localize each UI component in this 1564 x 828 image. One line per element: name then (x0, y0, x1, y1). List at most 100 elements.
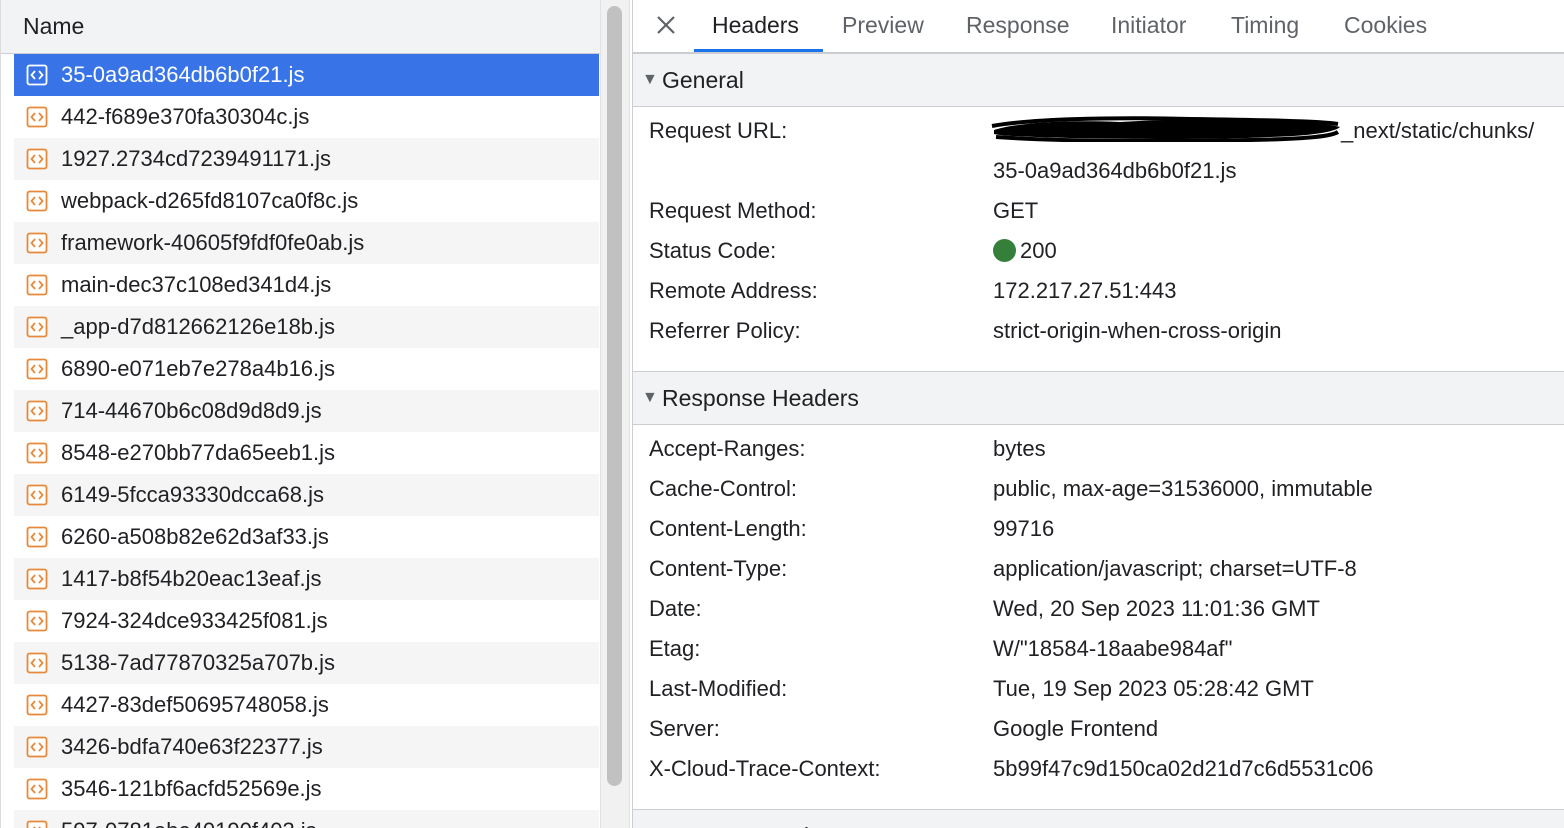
request-details-pane: Headers Preview Response Initiator Timin… (632, 0, 1564, 828)
response-header-row: Etag: W/"18584-18aabe984af" (633, 629, 1564, 669)
tab-headers[interactable]: Headers (712, 0, 799, 52)
script-file-icon (26, 358, 48, 380)
request-headers-section-title: Request Headers (662, 810, 841, 828)
request-list-item[interactable]: 1417-b8f54b20eac13eaf.js (14, 558, 599, 600)
referrer-policy-key: Referrer Policy: (649, 318, 801, 343)
request-list-item[interactable]: 6260-a508b82e62d3af33.js (14, 516, 599, 558)
response-header-value: public, max-age=31536000, immutable (993, 476, 1373, 501)
request-url-row-continued: 35-0a9ad364db6b0f21.js (633, 151, 1564, 191)
tab-cookies[interactable]: Cookies (1344, 0, 1427, 52)
request-file-name: 8548-e270bb77da65eeb1.js (61, 440, 336, 465)
request-list-item[interactable]: 1927.2734cd7239491171.js (14, 138, 599, 180)
script-file-icon (26, 526, 48, 548)
request-file-name: 1417-b8f54b20eac13eaf.js (61, 566, 322, 591)
response-header-row: Content-Type: application/javascript; cha… (633, 549, 1564, 589)
response-header-key: Server: (649, 716, 720, 741)
response-header-value: Wed, 20 Sep 2023 11:01:36 GMT (993, 596, 1320, 621)
response-header-row: Server: Google Frontend (633, 709, 1564, 749)
tab-initiator[interactable]: Initiator (1111, 0, 1186, 52)
request-method-value: GET (993, 198, 1039, 223)
status-code-key: Status Code: (649, 238, 777, 263)
status-ok-dot-icon (993, 239, 1016, 262)
request-file-name: 6149-5fcca93330dcca68.js (61, 482, 324, 507)
remote-address-row: Remote Address: 172.217.27.51:443 (633, 271, 1564, 311)
script-file-icon (26, 442, 48, 464)
request-file-name: _app-d7d812662126e18b.js (61, 314, 336, 339)
request-file-name: 35-0a9ad364db6b0f21.js (61, 62, 305, 87)
scrollbar-thumb[interactable] (607, 6, 622, 786)
response-header-key: X-Cloud-Trace-Context: (649, 756, 881, 781)
request-list-item[interactable]: 7924-324dce933425f081.js (14, 600, 599, 642)
request-list-item[interactable]: 6149-5fcca93330dcca68.js (14, 474, 599, 516)
request-list-item[interactable]: webpack-d265fd8107ca0f8c.js (14, 180, 599, 222)
request-url-key: Request URL: (649, 118, 788, 143)
tab-preview[interactable]: Preview (842, 0, 924, 52)
request-list-item[interactable]: 3546-121bf6acfd52569e.js (14, 768, 599, 810)
response-header-key: Content-Type: (649, 556, 788, 581)
response-header-value: Tue, 19 Sep 2023 05:28:42 GMT (993, 676, 1314, 701)
response-header-key: Date: (649, 596, 702, 621)
script-file-icon (26, 652, 48, 674)
remote-address-key: Remote Address: (649, 278, 818, 303)
script-file-icon (26, 568, 48, 590)
request-list-item[interactable]: _app-d7d812662126e18b.js (14, 306, 599, 348)
request-list-item[interactable]: 597-0781abe40190f403.js (14, 810, 599, 828)
status-code-row: Status Code: 200 (633, 231, 1564, 271)
script-file-icon (26, 484, 48, 506)
request-file-name: 714-44670b6c08d9d8d9.js (61, 398, 322, 423)
script-file-icon (26, 64, 48, 86)
request-list-item[interactable]: 4427-83def50695748058.js (14, 684, 599, 726)
response-header-row: Accept-Ranges: bytes (633, 429, 1564, 469)
request-list-item[interactable]: 714-44670b6c08d9d8d9.js (14, 390, 599, 432)
request-list-item[interactable]: 5138-7ad77870325a707b.js (14, 642, 599, 684)
script-file-icon (26, 400, 48, 422)
request-file-name: 4427-83def50695748058.js (61, 692, 329, 717)
response-header-row: X-Cloud-Trace-Context: 5b99f47c9d150ca02d… (633, 749, 1564, 789)
general-section-header[interactable]: ▼ General (633, 53, 1564, 107)
response-header-row: Content-Length: 99716 (633, 509, 1564, 549)
request-list-scrollbar[interactable] (600, 0, 630, 828)
response-headers-section-title: Response Headers (662, 385, 859, 411)
response-header-value: bytes (993, 436, 1046, 461)
request-file-name: webpack-d265fd8107ca0f8c.js (61, 188, 359, 213)
request-list-item[interactable]: framework-40605f9fdf0fe0ab.js (14, 222, 599, 264)
tab-timing[interactable]: Timing (1231, 0, 1299, 52)
request-headers-section-header[interactable]: ▼ Request Headers (633, 809, 1564, 828)
collapse-triangle-icon: ▼ (642, 71, 658, 88)
name-column-header[interactable]: Name (1, 0, 601, 54)
close-icon[interactable] (651, 10, 681, 40)
referrer-policy-value: strict-origin-when-cross-origin (993, 318, 1282, 343)
request-file-name: 1927.2734cd7239491171.js (61, 146, 331, 171)
request-file-name: 5138-7ad77870325a707b.js (61, 650, 336, 675)
tab-response[interactable]: Response (966, 0, 1070, 52)
request-list-item[interactable]: main-dec37c108ed341d4.js (14, 264, 599, 306)
script-file-icon (26, 778, 48, 800)
redacted-url-scribble (991, 116, 1340, 142)
request-list-item[interactable]: 6890-e071eb7e278a4b16.js (14, 348, 599, 390)
script-file-icon (26, 694, 48, 716)
request-url-filename: 35-0a9ad364db6b0f21.js (993, 158, 1237, 183)
request-list-pane: Name 35-0a9ad364db6b0f21.js 442-f689e370f… (0, 0, 601, 828)
response-header-value: Google Frontend (993, 716, 1159, 741)
request-list-item[interactable]: 8548-e270bb77da65eeb1.js (14, 432, 599, 474)
response-header-row: Last-Modified: Tue, 19 Sep 2023 05:28:42 … (633, 669, 1564, 709)
request-file-name: 7924-324dce933425f081.js (61, 608, 328, 633)
request-file-name: framework-40605f9fdf0fe0ab.js (61, 230, 365, 255)
response-headers-section-header[interactable]: ▼ Response Headers (633, 371, 1564, 425)
request-list-item[interactable]: 3426-bdfa740e63f22377.js (14, 726, 599, 768)
response-header-value: W/"18584-18aabe984af" (993, 636, 1233, 661)
request-method-key: Request Method: (649, 198, 817, 223)
request-file-name: main-dec37c108ed341d4.js (61, 272, 332, 297)
response-header-key: Content-Length: (649, 516, 807, 541)
general-section-title: General (662, 67, 744, 93)
request-file-name: 6890-e071eb7e278a4b16.js (61, 356, 336, 381)
collapse-triangle-icon: ▼ (642, 389, 658, 406)
script-file-icon (26, 274, 48, 296)
response-header-row: Cache-Control: public, max-age=31536000, … (633, 469, 1564, 509)
script-file-icon (26, 190, 48, 212)
request-file-name: 6260-a508b82e62d3af33.js (61, 524, 329, 549)
details-tab-bar: Headers Preview Response Initiator Timin… (633, 0, 1564, 53)
request-list-item[interactable]: 35-0a9ad364db6b0f21.js (14, 54, 599, 96)
request-list-item[interactable]: 442-f689e370fa30304c.js (14, 96, 599, 138)
collapse-triangle-icon: ▼ (642, 810, 658, 828)
